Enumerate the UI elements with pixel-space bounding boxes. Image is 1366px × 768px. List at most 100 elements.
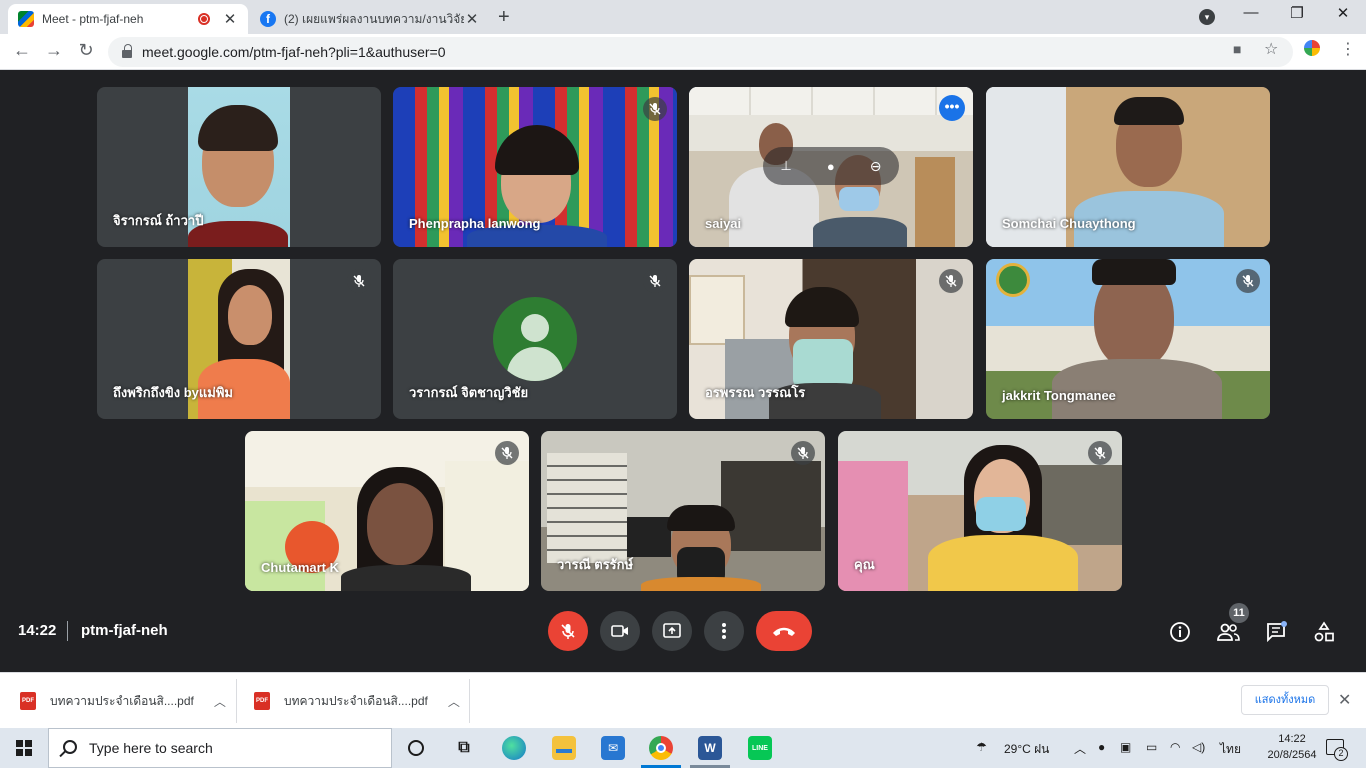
file-explorer-icon[interactable]: [552, 736, 576, 760]
edge-browser-icon[interactable]: [502, 736, 526, 760]
camera-in-use-icon[interactable]: ■: [1233, 41, 1241, 57]
close-window-icon[interactable]: ✕: [1328, 4, 1358, 22]
participant-tile[interactable]: Somchai Chuaythong: [986, 87, 1270, 247]
bookmark-star-icon[interactable]: ☆: [1264, 39, 1278, 59]
wifi-icon[interactable]: ◠: [1170, 740, 1180, 754]
mic-icon[interactable]: ●: [827, 159, 835, 174]
show-all-downloads-button[interactable]: แสดงทั้งหมด: [1241, 685, 1329, 715]
participant-name: Phenprapha lanwong: [409, 216, 541, 231]
new-tab-button[interactable]: +: [498, 6, 510, 29]
participant-video: [838, 431, 1122, 591]
meeting-code: ptm-fjaf-neh: [81, 622, 168, 639]
participant-tile[interactable]: คุณ: [838, 431, 1122, 591]
more-options-button[interactable]: [704, 611, 744, 651]
participant-tile[interactable]: ถึงพริกถึงขิง byแม่พิม: [97, 259, 381, 419]
participant-tile[interactable]: อรพรรณ วรรณโร: [689, 259, 973, 419]
restore-icon[interactable]: ❐: [1282, 4, 1312, 22]
people-icon: [1217, 623, 1240, 641]
tab-search-icon[interactable]: ▾: [1199, 9, 1215, 25]
avatar: [493, 297, 577, 381]
pdf-file-icon: PDF: [254, 692, 270, 710]
weather-text[interactable]: 29°C ฝน: [1004, 740, 1049, 759]
pin-icon[interactable]: ⊥: [781, 158, 792, 174]
windows-start-icon[interactable]: [16, 740, 32, 756]
mail-icon[interactable]: ✉: [601, 736, 625, 760]
participant-name: วรากรณ์ จิตชาญวิชัย: [409, 385, 529, 400]
search-placeholder: Type here to search: [89, 740, 213, 756]
input-language[interactable]: ไทย: [1220, 740, 1241, 759]
microphone-icon[interactable]: ●: [1098, 740, 1105, 754]
participant-tile[interactable]: jakkrit Tongmanee: [986, 259, 1270, 419]
recording-icon: [198, 13, 210, 25]
chat-button[interactable]: [1264, 620, 1288, 644]
meeting-details-button[interactable]: [1168, 620, 1192, 644]
participant-tile[interactable]: วารณี ตรรักษ์: [541, 431, 825, 591]
school-logo: [996, 263, 1030, 297]
close-tab-icon[interactable]: ✕: [222, 10, 238, 28]
volume-icon[interactable]: ◁): [1192, 740, 1205, 754]
reload-icon[interactable]: ↻: [74, 40, 98, 61]
browser-toolbar: ← → ↻ meet.google.com/ptm-fjaf-neh?pli=1…: [0, 34, 1366, 70]
task-view-icon[interactable]: ⧉: [452, 736, 476, 760]
chevron-up-icon[interactable]: ︿: [448, 693, 460, 710]
extension-icon[interactable]: [1304, 40, 1320, 59]
meet-controls-bar: 14:22 ptm-fjaf-neh 11: [0, 600, 1366, 672]
clock-date: 20/8/2564: [1267, 749, 1317, 761]
browser-menu-icon[interactable]: ⋮: [1340, 39, 1356, 59]
hang-up-icon: [773, 627, 795, 636]
back-icon[interactable]: ←: [10, 40, 34, 61]
present-icon: [663, 623, 681, 638]
download-item[interactable]: PDF บทความประจำเดือนสิ....pdf ︿: [254, 673, 460, 729]
download-item[interactable]: PDF บทความประจำเดือนสิ....pdf ︿: [20, 673, 226, 729]
taskbar-search-box[interactable]: Type here to search: [48, 728, 392, 768]
onedrive-icon[interactable]: ▣: [1120, 740, 1131, 754]
camera-toggle-button[interactable]: [600, 611, 640, 651]
tab-meet[interactable]: Meet - ptm-fjaf-neh ✕: [8, 4, 248, 34]
participant-tile[interactable]: ⊥ ● ⊖ ••• saiyai: [689, 87, 973, 247]
mic-toggle-button[interactable]: [548, 611, 588, 651]
activities-button[interactable]: [1312, 620, 1336, 644]
participant-tile[interactable]: Phenprapha lanwong: [393, 87, 677, 247]
facebook-icon: f: [260, 11, 276, 27]
chevron-up-icon[interactable]: ︿: [214, 693, 226, 710]
muted-mic-icon: [1088, 441, 1112, 465]
participant-name: jakkrit Tongmanee: [1002, 388, 1116, 403]
minimize-icon[interactable]: —: [1236, 4, 1266, 21]
muted-mic-icon: [939, 269, 963, 293]
chevron-up-icon[interactable]: ︿: [1074, 740, 1086, 757]
cortana-icon[interactable]: [404, 736, 428, 760]
muted-mic-icon: [643, 269, 667, 293]
downloads-bar: PDF บทความประจำเดือนสิ....pdf ︿ PDF บทคว…: [0, 672, 1366, 728]
download-filename: บทความประจำเดือนสิ....pdf: [50, 693, 194, 708]
browser-tab-strip: Meet - ptm-fjaf-neh ✕ f (2) เผยแพร่ผลงาน…: [0, 0, 1366, 34]
chrome-icon[interactable]: [649, 736, 673, 760]
close-downloads-icon[interactable]: ✕: [1338, 690, 1351, 710]
people-button[interactable]: [1216, 620, 1240, 644]
participant-name: Chutamart K: [261, 560, 340, 575]
address-bar[interactable]: meet.google.com/ptm-fjaf-neh?pli=1&authu…: [108, 37, 1293, 67]
word-icon[interactable]: W: [698, 736, 722, 760]
participant-tile[interactable]: วรากรณ์ จิตชาญวิชัย: [393, 259, 677, 419]
battery-icon[interactable]: ▭: [1146, 740, 1157, 754]
present-screen-button[interactable]: [652, 611, 692, 651]
google-meet-icon: [18, 11, 34, 27]
notification-count-badge: 2: [1334, 747, 1348, 761]
forward-icon[interactable]: →: [42, 40, 66, 61]
activities-icon: [1314, 621, 1334, 642]
participant-tile[interactable]: จิรากรณ์ ถ้าวาปี: [97, 87, 381, 247]
line-app-icon[interactable]: LINE: [748, 736, 772, 760]
leave-call-button[interactable]: [756, 611, 812, 651]
taskbar-clock[interactable]: 14:22 20/8/2564: [1262, 731, 1322, 763]
tab-facebook[interactable]: f (2) เผยแพร่ผลงานบทความ/งานวิจัยครู ✕: [250, 4, 490, 34]
lock-icon: [122, 44, 132, 58]
tab-title: Meet - ptm-fjaf-neh: [42, 12, 144, 26]
clock-time: 14:22: [1278, 733, 1306, 745]
participant-tile[interactable]: Chutamart K: [245, 431, 529, 591]
url-text: meet.google.com/ptm-fjaf-neh?pli=1&authu…: [142, 44, 446, 60]
remove-icon[interactable]: ⊖: [870, 158, 882, 175]
close-tab-icon[interactable]: ✕: [464, 10, 480, 28]
more-options-icon[interactable]: •••: [939, 95, 965, 121]
more-vert-icon: [722, 623, 726, 639]
weather-icon[interactable]: ☂: [976, 740, 987, 754]
meeting-clock: 14:22: [18, 622, 57, 639]
